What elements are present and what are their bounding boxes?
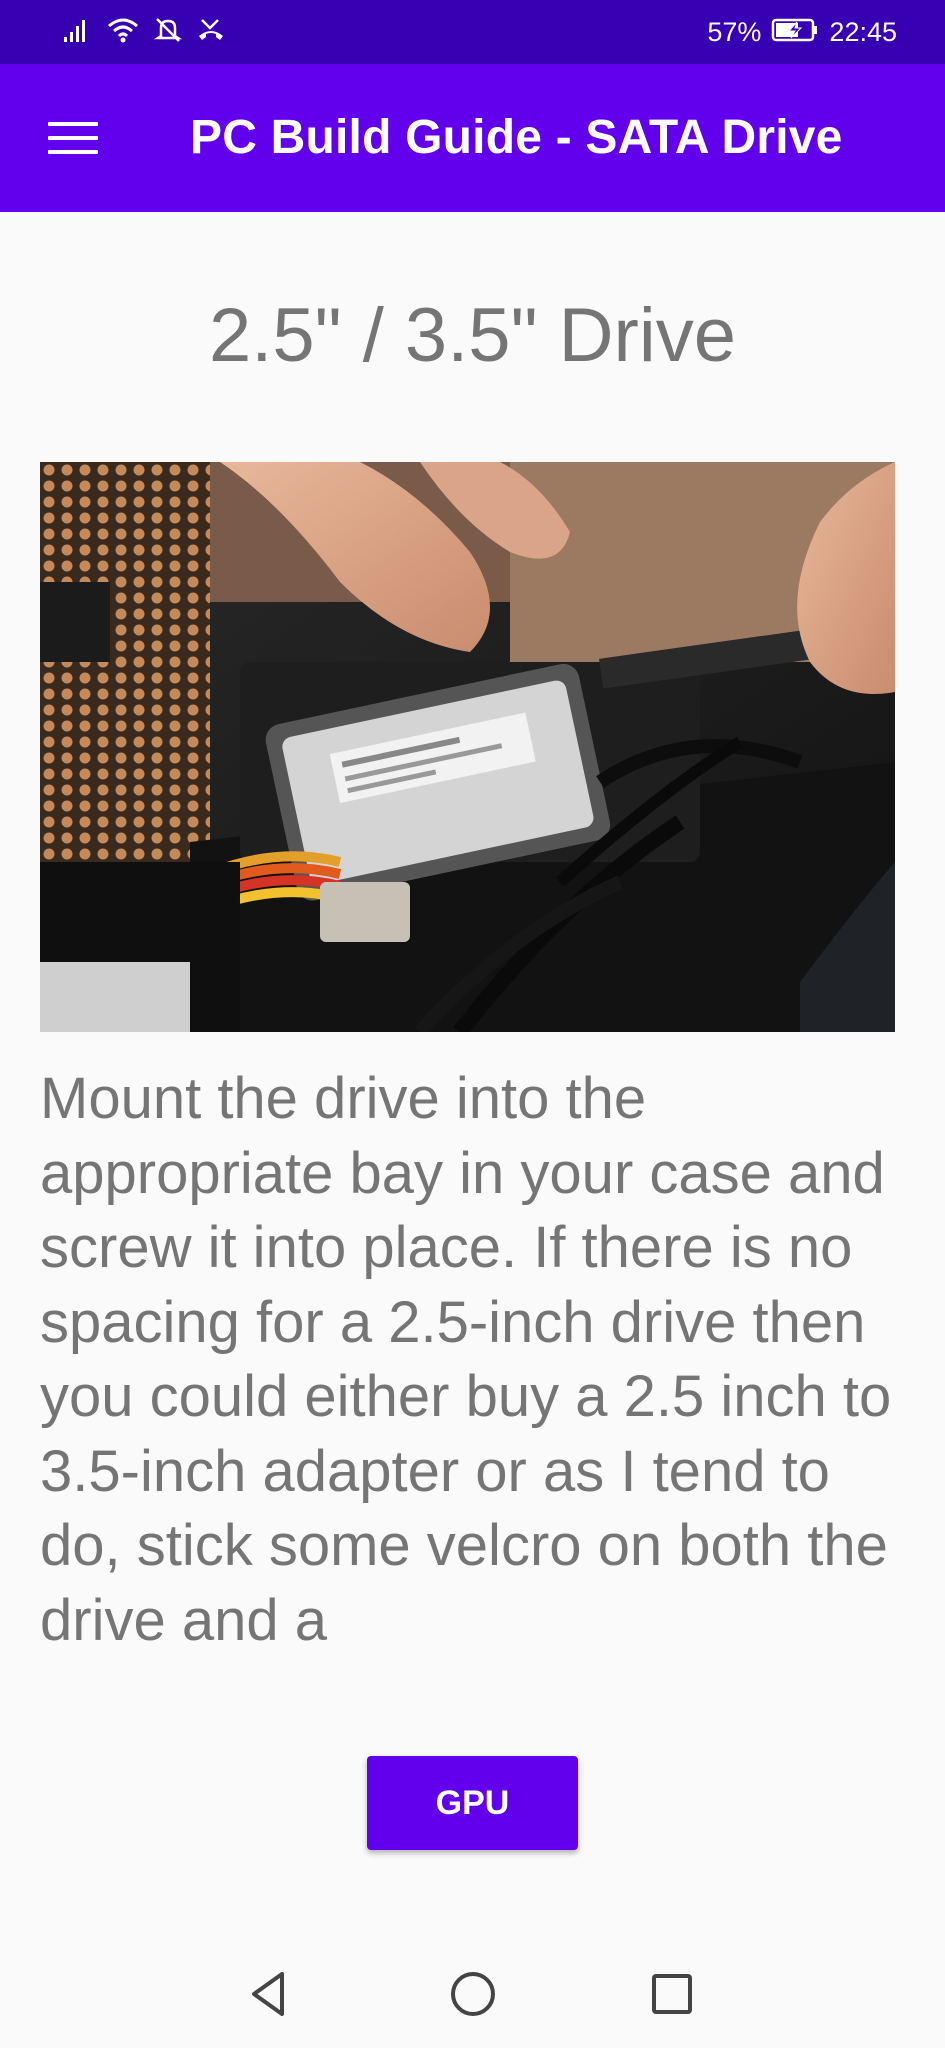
gpu-next-button[interactable]: GPU [367, 1756, 578, 1850]
bell-muted-icon [153, 16, 183, 49]
navigation-bar [0, 1936, 945, 2048]
status-icons-left [62, 16, 226, 49]
missed-call-icon [196, 16, 226, 49]
instruction-text: Mount the drive into the appropriate bay… [40, 1066, 892, 1653]
battery-percent: 57% [707, 16, 762, 47]
app-title: PC Build Guide - SATA Drive [190, 111, 843, 164]
main-content: 2.5" / 3.5" Drive Mount the drive into t… [0, 212, 945, 1936]
menu-icon[interactable] [46, 116, 100, 160]
page-title: 2.5" / 3.5" Drive [208, 293, 737, 378]
clock: 22:45 [829, 16, 897, 47]
signal-icon [62, 17, 92, 48]
recents-icon[interactable] [644, 1966, 700, 2022]
wifi-icon [106, 16, 140, 49]
home-icon[interactable] [445, 1966, 501, 2022]
app-bar: PC Build Guide - SATA Drive [0, 64, 945, 212]
back-icon[interactable] [242, 1966, 298, 2022]
status-bar: 57% 22:45 [0, 0, 945, 64]
status-icons-right: 57% 22:45 [707, 17, 897, 48]
drive-photo [40, 462, 895, 1032]
battery-charging-icon [771, 17, 819, 48]
